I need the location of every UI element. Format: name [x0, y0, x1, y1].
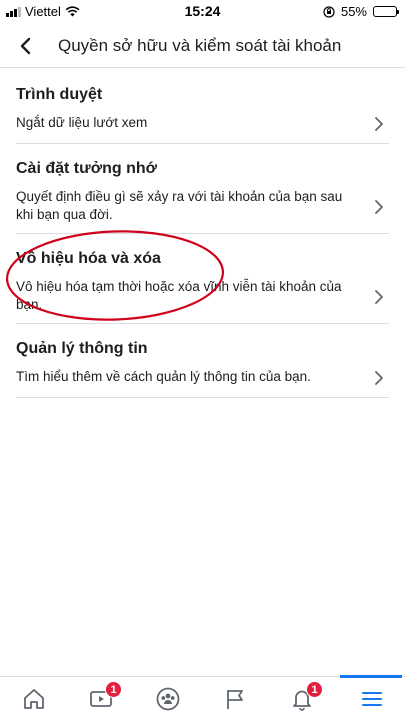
row-description: Quyết định điều gì sẽ xảy ra với tài kho… [16, 189, 343, 222]
tab-home[interactable] [0, 677, 67, 720]
row-description: Ngắt dữ liệu lướt xem [16, 115, 148, 130]
section-deactivation-deletion: Vô hiệu hóa và xóa Vô hiệu hóa tạm thời … [16, 234, 389, 324]
battery-icon [373, 6, 399, 17]
clear-browsing-data-row[interactable]: Ngắt dữ liệu lướt xem [16, 104, 389, 144]
chevron-right-icon [375, 200, 383, 214]
home-icon [23, 689, 44, 709]
section-browser: Trình duyệt Ngắt dữ liệu lướt xem [16, 70, 389, 144]
section-title: Vô hiệu hóa và xóa [16, 250, 161, 267]
section-memorialization: Cài đặt tưởng nhớ Quyết định điều gì sẽ … [16, 144, 389, 234]
tab-menu[interactable] [338, 677, 405, 720]
section-manage-information: Quản lý thông tin Tìm hiểu thêm về cách … [16, 324, 389, 398]
tab-pages[interactable] [201, 677, 268, 720]
back-button[interactable] [12, 32, 38, 60]
groups-icon [156, 687, 179, 711]
battery-percent: 55% [340, 4, 367, 19]
tab-groups[interactable] [134, 677, 201, 720]
header: Quyền sở hữu và kiểm soát tài khoản [0, 26, 405, 68]
tab-notifications[interactable]: 1 [268, 677, 335, 720]
manage-information-row[interactable]: Tìm hiểu thêm về cách quản lý thông tin … [16, 358, 389, 398]
chevron-right-icon [375, 290, 383, 304]
section-title: Quản lý thông tin [16, 340, 148, 357]
page-title: Quyền sở hữu và kiểm soát tài khoản [58, 36, 342, 55]
memorialization-settings-row[interactable]: Quyết định điều gì sẽ xảy ra với tài kho… [16, 178, 389, 236]
section-title: Trình duyệt [16, 86, 103, 103]
orientation-lock-icon [323, 5, 335, 18]
notification-badge: 1 [306, 681, 323, 698]
row-description: Vô hiệu hóa tạm thời hoặc xóa vĩnh viễn … [16, 279, 342, 312]
status-bar: Viettel 15:24 55% [0, 0, 405, 22]
menu-icon [361, 692, 382, 706]
notification-badge: 1 [105, 681, 122, 698]
bottom-tab-bar: 1 1 [0, 675, 405, 720]
status-right: 55% [323, 4, 399, 19]
deactivation-deletion-row[interactable]: Vô hiệu hóa tạm thời hoặc xóa vĩnh viễn … [16, 268, 389, 326]
flag-icon [226, 690, 243, 709]
chevron-right-icon [375, 117, 383, 131]
chevron-left-icon [20, 37, 31, 55]
tab-watch[interactable]: 1 [67, 677, 134, 720]
row-description: Tìm hiểu thêm về cách quản lý thông tin … [16, 369, 311, 384]
settings-list: Trình duyệt Ngắt dữ liệu lướt xem Cài đặ… [0, 70, 405, 398]
chevron-right-icon [375, 371, 383, 385]
section-title: Cài đặt tưởng nhớ [16, 160, 157, 177]
